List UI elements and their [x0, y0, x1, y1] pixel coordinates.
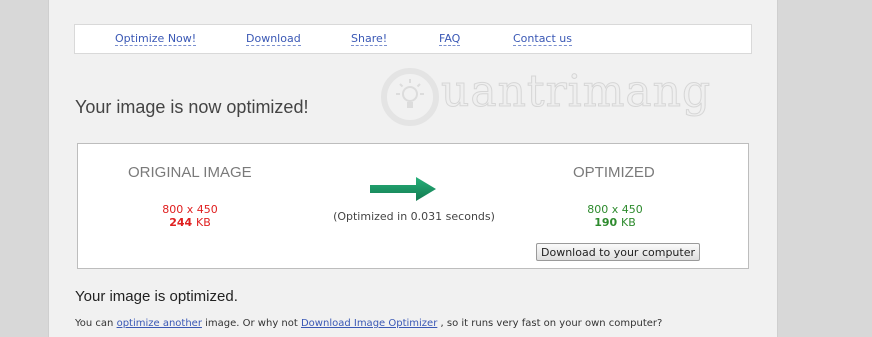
original-dimensions: 800 x 450 [162, 203, 218, 216]
nav-download[interactable]: Download [246, 33, 301, 46]
result-panel: ORIGINAL IMAGE 800 x 450 244 KB (Optimiz… [77, 143, 749, 269]
download-image-optimizer-link[interactable]: Download Image Optimizer [301, 318, 437, 329]
page-title: Your image is now optimized! [75, 97, 309, 117]
optimized-size: 190 KB [575, 216, 655, 229]
original-heading: ORIGINAL IMAGE [128, 164, 252, 181]
footer-suffix: , so it runs very fast on your own compu… [440, 318, 663, 329]
original-size: 244 KB [150, 216, 230, 229]
optimized-size-value: 190 [594, 216, 618, 229]
download-to-computer-button[interactable]: Download to your computer [536, 243, 700, 261]
optimized-dimensions: 800 x 450 [587, 203, 643, 216]
footer-middle: image. Or why not [205, 318, 298, 329]
top-nav: Optimize Now! Download Share! FAQ Contac… [74, 24, 752, 54]
page-container: Optimize Now! Download Share! FAQ Contac… [48, 0, 778, 337]
nav-optimize-now[interactable]: Optimize Now! [115, 33, 197, 46]
nav-contact-us[interactable]: Contact us [513, 33, 572, 46]
nav-share[interactable]: Share! [351, 33, 388, 46]
optimization-time: (Optimized in 0.031 seconds) [333, 210, 495, 223]
footer-prefix: You can [75, 318, 114, 329]
optimize-another-link[interactable]: optimize another [117, 318, 202, 329]
right-arrow-icon [370, 177, 438, 205]
nav-faq[interactable]: FAQ [439, 33, 461, 46]
lightbulb-icon [381, 68, 439, 126]
optimized-subheading: Your image is optimized. [75, 288, 238, 305]
original-size-unit: KB [196, 216, 211, 229]
footer-text: You can optimize another image. Or why n… [75, 318, 662, 329]
watermark-text: uantrimang [440, 66, 712, 118]
watermark-logo: uantrimang [371, 62, 711, 132]
original-size-value: 244 [169, 216, 193, 229]
optimized-size-unit: KB [621, 216, 636, 229]
optimized-heading: OPTIMIZED [573, 164, 655, 181]
